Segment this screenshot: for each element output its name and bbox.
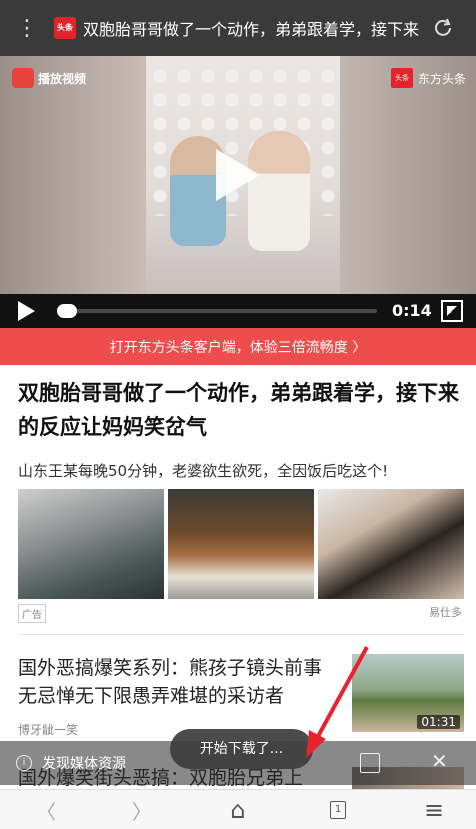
info-icon: i bbox=[16, 755, 32, 771]
back-icon[interactable]: 〈 bbox=[16, 790, 76, 829]
divider bbox=[18, 634, 464, 635]
tabs-button[interactable]: 1 bbox=[308, 790, 368, 829]
site-favicon-icon: 头条 bbox=[54, 17, 76, 39]
menu-icon[interactable]: ≡ bbox=[404, 790, 464, 829]
video-time: 0:14 bbox=[392, 301, 432, 320]
progress-thumb[interactable] bbox=[57, 304, 77, 318]
news-item-thumbnail[interactable]: 01:31 bbox=[352, 654, 464, 732]
page-title[interactable]: 双胞胎哥哥做了一个动作，弟弟跟着学，接下来 bbox=[83, 16, 421, 40]
home-icon[interactable]: ⌂ bbox=[208, 790, 268, 829]
fullscreen-icon[interactable] bbox=[441, 300, 463, 322]
ad-image[interactable] bbox=[18, 489, 164, 599]
ad-source: 易仕多 bbox=[429, 606, 462, 619]
open-app-banner[interactable]: 打开东方头条客户端，体验三倍流畅度 〉 bbox=[0, 328, 476, 365]
watermark-logo: 头条 东方头条 bbox=[390, 68, 466, 88]
news-item-source: 博牙龇一笑 bbox=[18, 723, 79, 737]
progress-track[interactable] bbox=[57, 309, 377, 313]
news-item-title[interactable]: 国外恶搞爆笑系列：熊孩子镜头前事无忌惮无下限愚弄难堪的采访者 bbox=[18, 654, 338, 710]
watermark-text: 东方头条 bbox=[417, 71, 466, 86]
tabs-count: 1 bbox=[330, 801, 346, 819]
copy-icon[interactable] bbox=[360, 753, 380, 773]
more-menu-icon[interactable]: ⋮ bbox=[0, 16, 54, 41]
article-headline: 双胞胎哥哥做了一个动作，弟弟跟着学，接下来的反应让妈妈笑岔气 bbox=[18, 381, 459, 439]
browser-bottom-nav: 〈 〉 ⌂ 1 ≡ bbox=[0, 789, 476, 829]
play-icon[interactable] bbox=[216, 149, 260, 201]
ad-images[interactable] bbox=[18, 489, 464, 599]
video-player[interactable]: 播放视频 头条 东方头条 bbox=[0, 56, 476, 294]
video-logo-text: 播放视频 bbox=[38, 71, 87, 86]
video-controls: 0:14 bbox=[0, 294, 476, 328]
video-logo-icon bbox=[12, 68, 34, 88]
ad-image[interactable] bbox=[318, 489, 464, 599]
browser-top-bar: ⋮ 头条 双胞胎哥哥做了一个动作，弟弟跟着学，接下来 bbox=[0, 0, 476, 56]
toutiao-logo-icon: 头条 bbox=[390, 68, 413, 88]
video-source-logo: 播放视频 bbox=[12, 68, 86, 88]
refresh-icon[interactable] bbox=[421, 18, 465, 38]
ad-image[interactable] bbox=[168, 489, 314, 599]
play-button[interactable] bbox=[18, 301, 35, 321]
close-icon[interactable]: ✕ bbox=[431, 749, 448, 773]
ad-badge: 广告 bbox=[18, 604, 46, 623]
forward-icon[interactable]: 〉 bbox=[112, 790, 172, 829]
ad-title[interactable]: 山东王某每晚50分钟，老婆欲生欲死，全因饭后吃这个! bbox=[18, 460, 388, 481]
video-duration-badge: 01:31 bbox=[417, 715, 460, 729]
download-toast: 开始下载了... bbox=[170, 729, 313, 769]
media-resources-label[interactable]: 发现媒体资源 bbox=[42, 753, 126, 773]
